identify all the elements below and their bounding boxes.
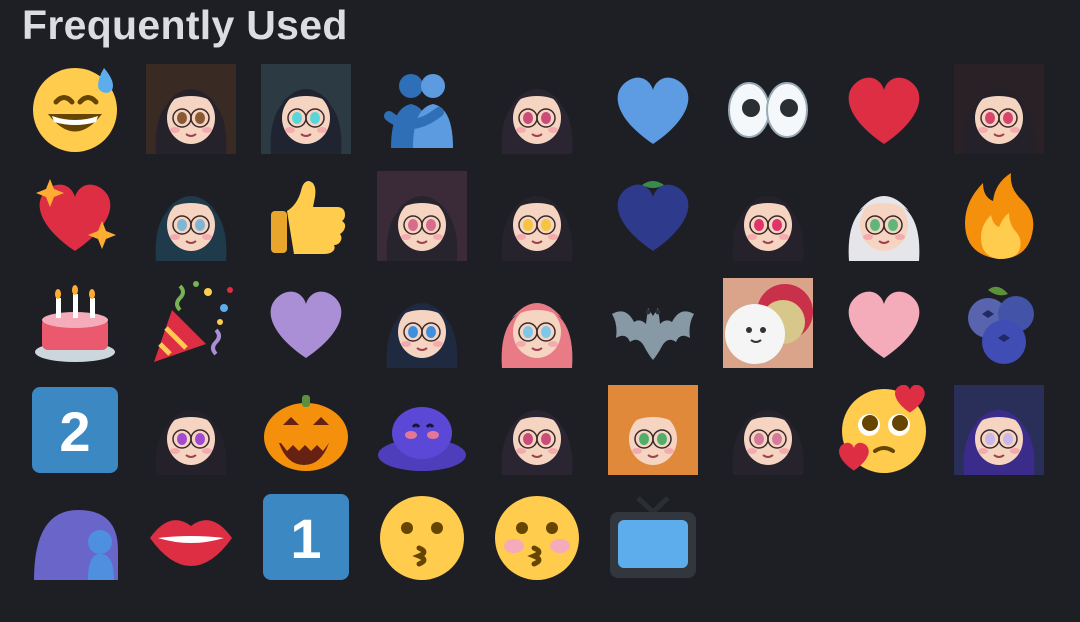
bat-icon (611, 308, 694, 360)
custom-emoji-blush-icon (954, 64, 1044, 154)
emoji-button[interactable] (492, 385, 582, 475)
jack-o-lantern-icon (264, 395, 348, 471)
emoji-button[interactable] (145, 385, 236, 475)
custom-emoji-starstruck-icon (492, 171, 582, 261)
section-title: Frequently Used (22, 2, 348, 48)
emoji-grid: 2 1 (30, 64, 1044, 582)
custom-emoji-teary-icon (723, 385, 813, 475)
thumbs-up-icon (271, 181, 346, 254)
custom-emoji-blob-blush-icon (377, 407, 466, 471)
emoji-button[interactable] (261, 171, 351, 261)
emoji-button[interactable]: 2 (30, 385, 120, 475)
custom-emoji-purple-blob-icon (34, 510, 118, 580)
blueberries-icon (968, 286, 1034, 364)
emoji-button[interactable] (608, 492, 698, 582)
emoji-button[interactable] (261, 278, 351, 368)
emoji-button[interactable] (838, 385, 929, 475)
emoji-button[interactable] (954, 171, 1044, 261)
fire-icon (965, 173, 1034, 259)
kissing-face-icon (379, 496, 464, 580)
emoji-button[interactable] (146, 278, 236, 368)
emoji-button[interactable] (839, 278, 929, 368)
emoji-button[interactable]: 1 (261, 492, 351, 582)
custom-emoji-gift-icon (145, 64, 236, 154)
sparkling-heart-icon (36, 179, 116, 251)
svg-text:1: 1 (290, 507, 321, 570)
emoji-button[interactable] (608, 64, 698, 154)
emoji-button[interactable] (492, 278, 582, 368)
custom-emoji-peek-2-icon (492, 385, 582, 475)
custom-emoji-pink-hair-icon (492, 278, 582, 368)
emoji-button[interactable] (261, 385, 351, 475)
emoji-button[interactable] (145, 171, 236, 261)
red-heart-icon (848, 77, 919, 144)
emoji-button[interactable] (30, 64, 120, 154)
birthday-cake-icon (35, 285, 115, 362)
emoji-button[interactable] (492, 64, 582, 154)
grinning-face-with-sweat-icon (33, 68, 117, 152)
emoji-button[interactable] (377, 64, 467, 154)
emoji-button[interactable] (723, 278, 813, 368)
emoji-button[interactable] (608, 171, 698, 261)
emoji-button[interactable] (723, 385, 813, 475)
custom-emoji-smirk-icon (145, 385, 236, 475)
emoji-button[interactable] (30, 492, 120, 582)
custom-emoji-sparkle-laugh-icon (261, 64, 351, 154)
emoji-button[interactable] (492, 492, 582, 582)
emoji-button[interactable] (30, 171, 120, 261)
keycap-2-icon: 2 (32, 387, 118, 473)
svg-text:2: 2 (59, 400, 90, 463)
pink-heart-icon (848, 291, 919, 358)
emoji-button[interactable] (145, 64, 236, 154)
biting-lip-icon (149, 520, 232, 566)
custom-emoji-wink-icon (145, 171, 236, 261)
emoji-button[interactable] (146, 492, 236, 582)
emoji-button[interactable] (954, 278, 1044, 368)
emoji-button[interactable] (607, 385, 698, 475)
emoji-button[interactable] (723, 64, 813, 154)
custom-emoji-blue-heart-hug-icon (376, 278, 467, 368)
custom-emoji-purple-hair-glasses-icon (954, 385, 1044, 475)
emoji-button[interactable] (492, 171, 582, 261)
television-icon (609, 496, 696, 578)
eyes-icon (728, 82, 808, 138)
emoji-button[interactable] (376, 278, 467, 368)
emoji-button[interactable] (377, 385, 467, 475)
custom-emoji-cuddle-icon (723, 278, 813, 368)
emoji-button[interactable] (839, 64, 929, 154)
emoji-picker-panel: Frequently Used 2 1 (0, 0, 1080, 622)
emoji-button[interactable] (261, 64, 351, 154)
emoji-button[interactable] (954, 64, 1044, 154)
emoji-button[interactable] (723, 171, 813, 261)
keycap-1-icon: 1 (263, 494, 349, 580)
people-hugging-icon (383, 74, 453, 148)
emoji-button[interactable] (376, 171, 467, 261)
blue-heart-icon (617, 77, 688, 144)
custom-emoji-ginger-icon (607, 385, 698, 475)
emoji-button[interactable] (608, 278, 698, 368)
purple-heart-icon (270, 291, 342, 358)
custom-emoji-blueberry-heart-icon (617, 181, 688, 251)
emoji-button[interactable] (30, 278, 120, 368)
custom-emoji-heart-kiss-icon (723, 171, 813, 261)
emoji-button[interactable] (377, 492, 467, 582)
emoji-button[interactable] (954, 385, 1044, 475)
kissing-face-closed-eyes-icon (495, 496, 579, 580)
face-holding-back-tears-hearts-icon (838, 385, 926, 473)
custom-emoji-peek-icon (492, 64, 582, 154)
custom-emoji-glasses-icon (376, 171, 467, 261)
emoji-button[interactable] (838, 171, 929, 261)
party-popper-icon (153, 281, 233, 362)
custom-emoji-white-hair-grin-icon (838, 171, 929, 261)
